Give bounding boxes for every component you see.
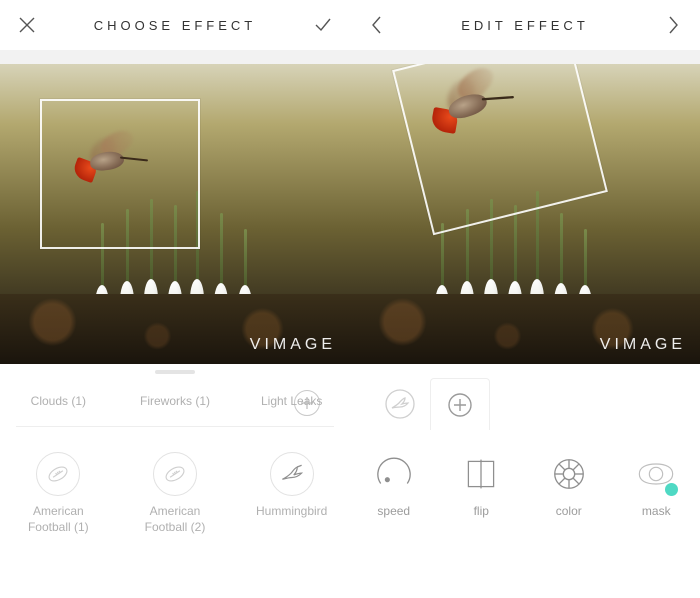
- header-left: CHOOSE EFFECT: [0, 0, 350, 50]
- tool-color[interactable]: color: [549, 454, 589, 518]
- effect-overlay-hummingbird[interactable]: [70, 134, 140, 184]
- back-icon[interactable]: [364, 12, 390, 38]
- flip-icon: [461, 454, 501, 494]
- effect-american-football-2[interactable]: American Football (2): [117, 452, 234, 535]
- close-icon[interactable]: [14, 12, 40, 38]
- tool-flip[interactable]: flip: [461, 454, 501, 518]
- preview-image-left[interactable]: VIMAGE: [0, 64, 350, 364]
- mask-icon: [636, 454, 676, 494]
- separator: [350, 50, 700, 64]
- hummingbird-icon: [270, 452, 314, 496]
- football-icon: [36, 452, 80, 496]
- tool-label: mask: [642, 504, 671, 518]
- tool-label: flip: [474, 504, 489, 518]
- edit-effect-pane: EDIT EFFECT VIMAGE: [350, 0, 700, 598]
- header-right: EDIT EFFECT: [350, 0, 700, 50]
- header-title-right: EDIT EFFECT: [390, 18, 660, 33]
- effects-panel: Clouds (1) Fireworks (1) Light Leaks Ame…: [0, 364, 350, 598]
- effect-american-football-1[interactable]: American Football (1): [0, 452, 117, 535]
- category-light-leaks[interactable]: Light Leaks: [233, 394, 350, 410]
- preview-image-right[interactable]: VIMAGE: [350, 64, 700, 364]
- edit-tools-panel: speed flip: [350, 364, 700, 598]
- tab-add-layer[interactable]: [430, 378, 490, 430]
- divider: [16, 426, 334, 427]
- separator: [0, 50, 350, 64]
- effect-hummingbird[interactable]: Hummingbird: [233, 452, 350, 535]
- category-clouds[interactable]: Clouds (1): [0, 394, 117, 410]
- header-title-left: CHOOSE EFFECT: [40, 18, 310, 33]
- confirm-icon[interactable]: [310, 12, 336, 38]
- category-fireworks[interactable]: Fireworks (1): [117, 394, 234, 410]
- football-icon: [153, 452, 197, 496]
- tool-mask[interactable]: mask: [636, 454, 676, 518]
- watermark: VIMAGE: [600, 336, 686, 354]
- tool-label: speed: [377, 504, 410, 518]
- forward-icon[interactable]: [660, 12, 686, 38]
- watermark: VIMAGE: [250, 336, 336, 354]
- tool-label: color: [556, 504, 582, 518]
- tab-effect-layer[interactable]: [370, 378, 430, 430]
- speed-icon: [374, 454, 414, 494]
- color-icon: [549, 454, 589, 494]
- drag-handle[interactable]: [155, 370, 195, 374]
- tool-speed[interactable]: speed: [374, 454, 414, 518]
- choose-effect-pane: CHOOSE EFFECT VIMAGE: [0, 0, 350, 598]
